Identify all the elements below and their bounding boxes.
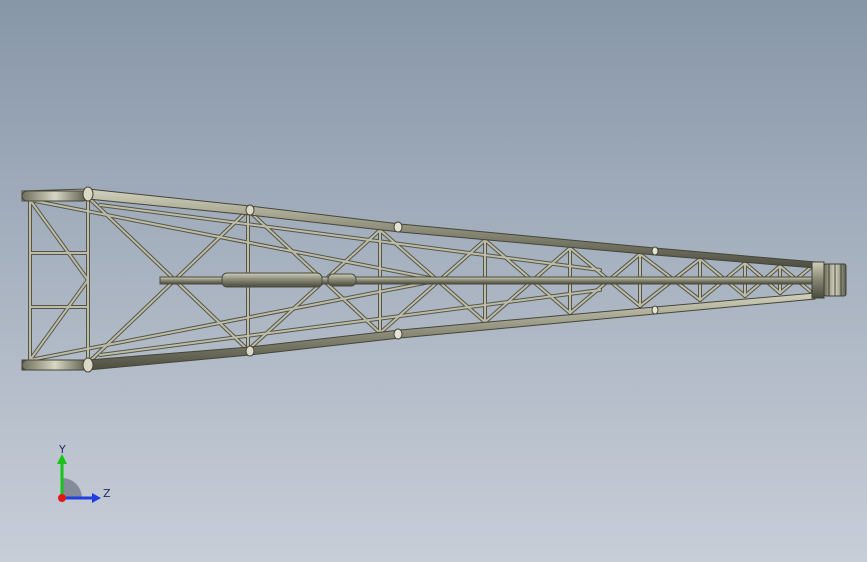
bottom-chord (21, 292, 816, 373)
graphics-viewport[interactable]: Y Z (0, 0, 867, 562)
x-axis-dot-icon (58, 494, 66, 502)
orientation-triad[interactable]: Y Z (48, 440, 118, 510)
z-axis-label: Z (103, 487, 111, 500)
truss-boom-model[interactable] (0, 0, 867, 562)
y-axis-label: Y (58, 443, 66, 456)
xz-plane-icon (62, 478, 82, 498)
boom-tip-fitting (811, 261, 847, 299)
top-chord (21, 186, 816, 269)
